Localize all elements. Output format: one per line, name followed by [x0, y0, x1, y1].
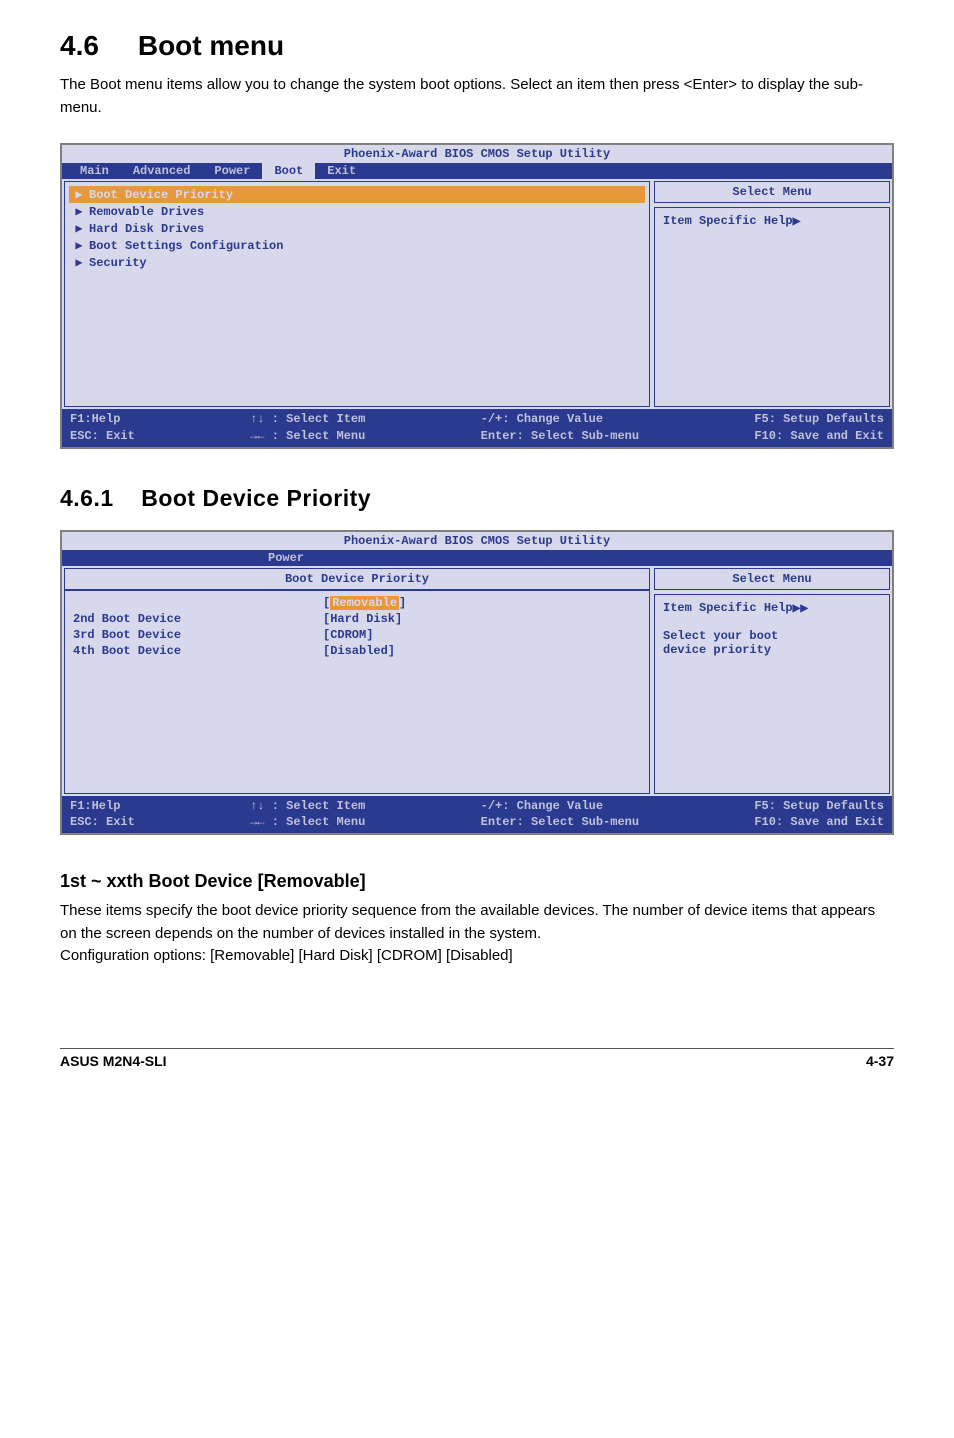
- help-arrow-icon: ▶▶: [793, 603, 808, 614]
- bios-tab-bar: Power: [62, 550, 892, 566]
- section-name: Boot menu: [138, 30, 284, 61]
- help-text: Item Specific Help: [663, 214, 793, 228]
- panel-title: Boot Device Priority: [64, 568, 650, 590]
- key-hint-f5: F5: Setup Defaults: [754, 798, 884, 815]
- tab-advanced[interactable]: Advanced: [121, 163, 203, 179]
- boot-device-4[interactable]: 4th Boot Device [Disabled]: [73, 643, 641, 659]
- help-panel: Item Specific Help▶: [654, 207, 890, 407]
- key-hint-select-menu: →← : Select Menu: [250, 428, 365, 445]
- key-hint-select-menu: →← : Select Menu: [250, 814, 365, 831]
- section-number: 4.6: [60, 30, 99, 61]
- bios-sub-panel: Boot Device Priority 1st Boot Device [Re…: [64, 568, 650, 794]
- bios-tab-bar: Main Advanced Power Boot Exit: [62, 163, 892, 179]
- key-hint-esc: ESC: Exit: [70, 428, 135, 445]
- boot-device-2[interactable]: 2nd Boot Device [Hard Disk]: [73, 611, 641, 627]
- bios-footer: F1:Help ESC: Exit ↑↓ : Select Item →← : …: [62, 796, 892, 834]
- device-value: [CDROM]: [323, 628, 373, 642]
- key-hint-esc: ESC: Exit: [70, 814, 135, 831]
- help-arrow-icon: ▶: [793, 216, 801, 227]
- bios-title: Phoenix-Award BIOS CMOS Setup Utility: [62, 532, 892, 550]
- option-description-2: Configuration options: [Removable] [Hard…: [60, 945, 894, 968]
- key-hint-f1: F1:Help: [70, 798, 135, 815]
- key-hint-change: -/+: Change Value: [481, 411, 639, 428]
- key-hint-f1: F1:Help: [70, 411, 135, 428]
- bios-main-window: Phoenix-Award BIOS CMOS Setup Utility Ma…: [60, 143, 894, 449]
- key-hint-f10: F10: Save and Exit: [754, 428, 884, 445]
- key-hint-change: -/+: Change Value: [481, 798, 639, 815]
- footer-page-number: 4-37: [866, 1053, 894, 1069]
- bios-sub-window: Phoenix-Award BIOS CMOS Setup Utility Po…: [60, 530, 894, 836]
- bios-menu-panel: ▶ Boot Device Priority ▶ Removable Drive…: [64, 181, 650, 407]
- submenu-arrow-icon: ▶: [69, 255, 89, 270]
- page-footer: ASUS M2N4-SLI 4-37: [60, 1048, 894, 1069]
- menu-item-security[interactable]: ▶ Security: [69, 254, 645, 271]
- device-value: [Removable]: [323, 596, 406, 610]
- tab-exit[interactable]: Exit: [315, 163, 368, 179]
- submenu-arrow-icon: ▶: [69, 187, 89, 202]
- boot-device-3[interactable]: 3rd Boot Device [CDROM]: [73, 627, 641, 643]
- menu-item-label: Boot Device Priority: [89, 188, 233, 202]
- menu-item-label: Hard Disk Drives: [89, 222, 204, 236]
- select-menu-label: Select Menu: [654, 568, 890, 590]
- tab-power[interactable]: Power: [202, 163, 262, 179]
- key-hint-f5: F5: Setup Defaults: [754, 411, 884, 428]
- device-label: 1st Boot Device: [73, 596, 323, 610]
- tab-main[interactable]: Main: [68, 163, 121, 179]
- boot-device-1[interactable]: 1st Boot Device [Removable]: [73, 595, 641, 611]
- key-hint-f10: F10: Save and Exit: [754, 814, 884, 831]
- device-label: 3rd Boot Device: [73, 628, 323, 642]
- bios-footer: F1:Help ESC: Exit ↑↓ : Select Item →← : …: [62, 409, 892, 447]
- section-heading: 4.6 Boot menu The Boot menu items allow …: [60, 30, 894, 119]
- submenu-arrow-icon: ▶: [69, 238, 89, 253]
- key-hint-enter: Enter: Select Sub-menu: [481, 814, 639, 831]
- footer-product: ASUS M2N4-SLI: [60, 1053, 167, 1069]
- help-text-line3: device priority: [663, 643, 881, 657]
- option-title: 1st ~ xxth Boot Device [Removable]: [60, 871, 894, 892]
- subsection-number: 4.6.1: [60, 485, 114, 511]
- menu-item-label: Boot Settings Configuration: [89, 239, 283, 253]
- submenu-arrow-icon: ▶: [69, 221, 89, 236]
- key-hint-select-item: ↑↓ : Select Item: [250, 411, 365, 428]
- menu-item-removable-drives[interactable]: ▶ Removable Drives: [69, 203, 645, 220]
- device-label: 4th Boot Device: [73, 644, 323, 658]
- device-value: [Hard Disk]: [323, 612, 402, 626]
- option-description-1: These items specify the boot device prio…: [60, 900, 894, 945]
- menu-item-boot-settings[interactable]: ▶ Boot Settings Configuration: [69, 237, 645, 254]
- menu-item-hard-disk-drives[interactable]: ▶ Hard Disk Drives: [69, 220, 645, 237]
- submenu-arrow-icon: ▶: [69, 204, 89, 219]
- menu-item-boot-priority[interactable]: ▶ Boot Device Priority: [69, 186, 645, 203]
- subsection-name: Boot Device Priority: [141, 485, 371, 511]
- bios-title: Phoenix-Award BIOS CMOS Setup Utility: [62, 145, 892, 163]
- key-hint-enter: Enter: Select Sub-menu: [481, 428, 639, 445]
- tab-boot[interactable]: Boot: [262, 163, 315, 179]
- tab-power[interactable]: Power: [68, 550, 316, 566]
- help-text-line1: Item Specific Help: [663, 601, 793, 615]
- section-description: The Boot menu items allow you to change …: [60, 74, 894, 119]
- menu-item-label: Removable Drives: [89, 205, 204, 219]
- help-text-line2: Select your boot: [663, 629, 881, 643]
- subsection-heading: 4.6.1 Boot Device Priority: [60, 485, 894, 512]
- device-label: 2nd Boot Device: [73, 612, 323, 626]
- menu-item-label: Security: [89, 256, 147, 270]
- help-panel: Item Specific Help▶▶ Select your boot de…: [654, 594, 890, 794]
- select-menu-label: Select Menu: [654, 181, 890, 203]
- key-hint-select-item: ↑↓ : Select Item: [250, 798, 365, 815]
- device-value: [Disabled]: [323, 644, 395, 658]
